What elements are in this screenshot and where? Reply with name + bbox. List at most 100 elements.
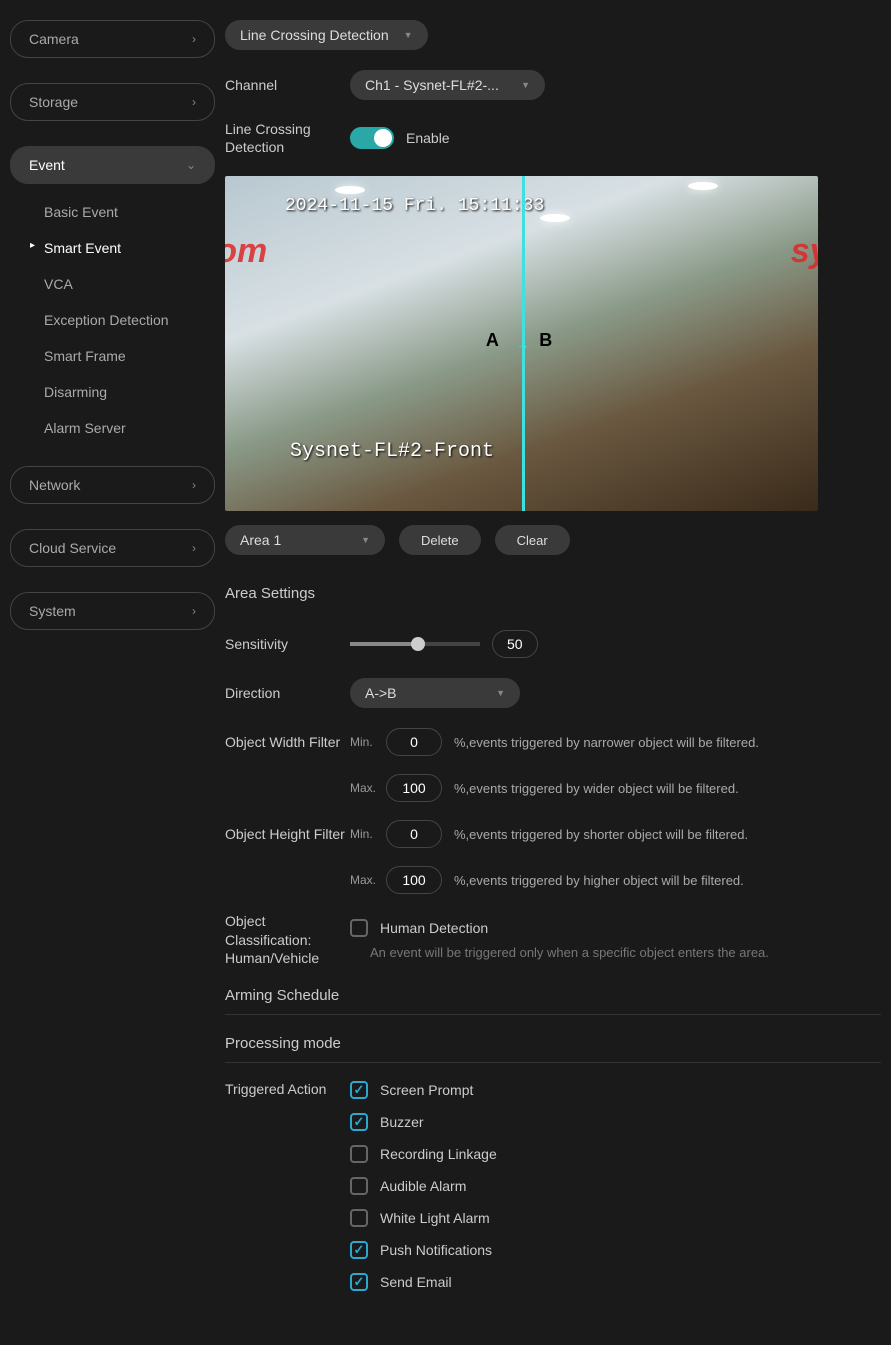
- min-label: Min.: [350, 735, 386, 749]
- width-min-hint: %,events triggered by narrower object wi…: [454, 735, 759, 750]
- nav-storage[interactable]: Storage ›: [10, 83, 215, 121]
- toggle-knob: [374, 129, 392, 147]
- action-label: Push Notifications: [380, 1242, 492, 1258]
- chevron-right-icon: ›: [192, 604, 196, 618]
- height-min-input[interactable]: [386, 820, 442, 848]
- endpoint-a: A: [486, 330, 499, 351]
- triggered-action-label: Triggered Action: [225, 1081, 350, 1097]
- recording-linkage-checkbox[interactable]: [350, 1145, 368, 1163]
- width-max-hint: %,events triggered by wider object will …: [454, 781, 739, 796]
- chevron-right-icon: ›: [192, 541, 196, 555]
- action-label: Recording Linkage: [380, 1146, 497, 1162]
- ceiling-light-icon: [335, 186, 365, 194]
- height-max-input[interactable]: [386, 866, 442, 894]
- max-label: Max.: [350, 781, 386, 795]
- nav-label: Network: [29, 477, 80, 493]
- direction-label: Direction: [225, 685, 350, 701]
- direction-select[interactable]: A->B ▼: [350, 678, 520, 708]
- slider-thumb[interactable]: [411, 637, 425, 651]
- action-label: Send Email: [380, 1274, 452, 1290]
- human-detection-label: Human Detection: [380, 920, 488, 936]
- nav-cloud-service[interactable]: Cloud Service ›: [10, 529, 215, 567]
- sub-exception-detection[interactable]: Exception Detection: [10, 302, 215, 338]
- caret-down-icon: ▼: [404, 30, 413, 40]
- nav-label: Cloud Service: [29, 540, 116, 556]
- channel-select[interactable]: Ch1 - Sysnet-FL#2-... ▼: [350, 70, 545, 100]
- nav-system[interactable]: System ›: [10, 592, 215, 630]
- camera-preview[interactable]: 2024-11-15 Fri. 15:11:33 sysnetcenter.co…: [225, 176, 818, 511]
- main-panel: Line Crossing Detection ▼ Channel Ch1 - …: [225, 0, 891, 1345]
- nav-label: Event: [29, 157, 65, 173]
- slider-fill: [350, 642, 415, 646]
- sub-vca[interactable]: VCA: [10, 266, 215, 302]
- max-label: Max.: [350, 873, 386, 887]
- lcd-enable-text: Enable: [406, 130, 450, 146]
- sensitivity-label: Sensitivity: [225, 636, 350, 652]
- width-min-input[interactable]: [386, 728, 442, 756]
- watermark-text: sysnetcenter.com: [225, 232, 267, 271]
- nav-camera[interactable]: Camera ›: [10, 20, 215, 58]
- chevron-down-icon: ⌄: [186, 158, 196, 172]
- arming-schedule-title[interactable]: Arming Schedule: [225, 987, 881, 1015]
- min-label: Min.: [350, 827, 386, 841]
- preview-timestamp: 2024-11-15 Fri. 15:11:33: [285, 196, 544, 216]
- endpoint-b: B: [539, 330, 552, 351]
- send-email-checkbox[interactable]: [350, 1273, 368, 1291]
- screen-prompt-checkbox[interactable]: [350, 1081, 368, 1099]
- select-value: A->B: [365, 685, 397, 701]
- width-max-input[interactable]: [386, 774, 442, 802]
- delete-button[interactable]: Delete: [399, 525, 481, 555]
- select-value: Ch1 - Sysnet-FL#2-...: [365, 77, 499, 93]
- nav-label: Storage: [29, 94, 78, 110]
- action-label: White Light Alarm: [380, 1210, 490, 1226]
- nav-label: System: [29, 603, 76, 619]
- select-value: Area 1: [240, 532, 281, 548]
- area-select[interactable]: Area 1 ▼: [225, 525, 385, 555]
- lcd-label: Line Crossing Detection: [225, 120, 350, 156]
- classification-label: Object Classification: Human/Vehicle: [225, 912, 350, 967]
- height-filter-label: Object Height Filter: [225, 826, 350, 842]
- action-label: Buzzer: [380, 1114, 424, 1130]
- caret-down-icon: ▼: [521, 80, 530, 90]
- caret-down-icon: ▼: [496, 688, 505, 698]
- sensitivity-value[interactable]: 50: [492, 630, 538, 658]
- event-subitems: Basic Event Smart Event VCA Exception De…: [10, 194, 215, 446]
- nav-label: Camera: [29, 31, 79, 47]
- ceiling-light-icon: [688, 182, 718, 190]
- clear-button[interactable]: Clear: [495, 525, 570, 555]
- channel-label: Channel: [225, 77, 350, 93]
- chevron-right-icon: ›: [192, 32, 196, 46]
- sub-smart-frame[interactable]: Smart Frame: [10, 338, 215, 374]
- sub-disarming[interactable]: Disarming: [10, 374, 215, 410]
- white-light-alarm-checkbox[interactable]: [350, 1209, 368, 1227]
- select-value: Line Crossing Detection: [240, 27, 389, 43]
- area-settings-title: Area Settings: [225, 585, 881, 612]
- preview-camera-name: Sysnet-FL#2-Front: [290, 440, 494, 463]
- buzzer-checkbox[interactable]: [350, 1113, 368, 1131]
- sidebar: Camera › Storage › Event ⌄ Basic Event S…: [0, 0, 225, 1345]
- ceiling-light-icon: [540, 214, 570, 222]
- watermark-text: sysnetcenter.com: [791, 232, 818, 271]
- sub-basic-event[interactable]: Basic Event: [10, 194, 215, 230]
- detection-type-select[interactable]: Line Crossing Detection ▼: [225, 20, 428, 50]
- caret-down-icon: ▼: [361, 535, 370, 545]
- lcd-enable-toggle[interactable]: [350, 127, 394, 149]
- audible-alarm-checkbox[interactable]: [350, 1177, 368, 1195]
- nav-event[interactable]: Event ⌄: [10, 146, 215, 184]
- human-detection-checkbox[interactable]: [350, 919, 368, 937]
- direction-arrow-icon: →: [517, 337, 530, 352]
- sensitivity-slider[interactable]: [350, 642, 480, 646]
- processing-mode-title[interactable]: Processing mode: [225, 1035, 881, 1063]
- sub-alarm-server[interactable]: Alarm Server: [10, 410, 215, 446]
- width-filter-label: Object Width Filter: [225, 734, 350, 750]
- classification-hint: An event will be triggered only when a s…: [370, 945, 769, 960]
- chevron-right-icon: ›: [192, 478, 196, 492]
- chevron-right-icon: ›: [192, 95, 196, 109]
- push-notifications-checkbox[interactable]: [350, 1241, 368, 1259]
- action-label: Audible Alarm: [380, 1178, 466, 1194]
- height-max-hint: %,events triggered by higher object will…: [454, 873, 744, 888]
- nav-network[interactable]: Network ›: [10, 466, 215, 504]
- action-label: Screen Prompt: [380, 1082, 473, 1098]
- height-min-hint: %,events triggered by shorter object wil…: [454, 827, 748, 842]
- sub-smart-event[interactable]: Smart Event: [10, 230, 215, 266]
